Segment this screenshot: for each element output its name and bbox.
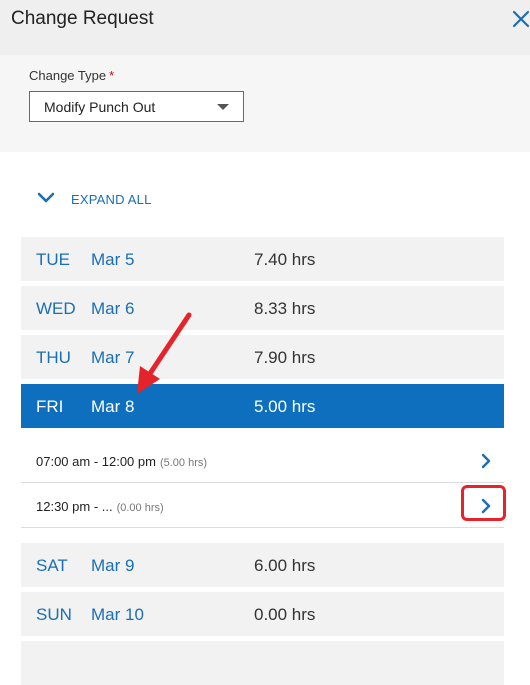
day-hours: 7.40 hrs: [254, 250, 316, 269]
chevron-right-icon[interactable]: [478, 452, 494, 470]
punch-time: 12:30 pm - ... (0.00 hrs): [36, 499, 164, 514]
day-date: Mar 9: [91, 556, 135, 575]
day-of-week: THU: [36, 348, 71, 367]
change-type-label: Change Type *: [29, 68, 114, 83]
day-row-fri[interactable]: FRI Mar 8 5.00 hrs: [21, 384, 504, 428]
punch-row-2[interactable]: 12:30 pm - ... (0.00 hrs): [21, 484, 504, 528]
day-row-partial[interactable]: [21, 641, 504, 685]
day-hours: 5.00 hrs: [254, 397, 316, 416]
chevron-down-icon: [37, 192, 55, 203]
day-of-week: TUE: [36, 250, 70, 269]
day-date: Mar 10: [91, 605, 144, 624]
day-date: Mar 7: [91, 348, 135, 367]
annotation-highlight-box: [461, 485, 506, 521]
day-row-wed[interactable]: WED Mar 6 8.33 hrs: [21, 286, 504, 330]
close-button[interactable]: [510, 8, 530, 30]
day-of-week: FRI: [36, 397, 64, 416]
day-hours: 6.00 hrs: [254, 556, 316, 575]
change-type-label-text: Change Type: [29, 68, 107, 83]
day-of-week: SAT: [36, 556, 68, 575]
day-of-week: SUN: [36, 605, 72, 624]
day-hours: 8.33 hrs: [254, 299, 316, 318]
punch-time: 07:00 am - 12:00 pm (5.00 hrs): [36, 454, 207, 469]
day-of-week: WED: [36, 299, 76, 318]
day-date: Mar 5: [91, 250, 135, 269]
change-type-select[interactable]: Modify Punch Out: [29, 91, 244, 122]
expand-all-label: EXPAND ALL: [71, 192, 152, 207]
day-row-sun[interactable]: SUN Mar 10 0.00 hrs: [21, 592, 504, 636]
change-type-value: Modify Punch Out: [44, 99, 156, 115]
dialog-header: Change Request: [0, 0, 530, 55]
day-row-thu[interactable]: THU Mar 7 7.90 hrs: [21, 335, 504, 379]
required-marker: *: [109, 68, 115, 83]
punch-duration: (0.00 hrs): [116, 502, 164, 514]
dialog-title: Change Request: [11, 8, 154, 29]
punch-time-range: 12:30 pm - ...: [36, 499, 113, 514]
day-hours: 0.00 hrs: [254, 605, 316, 624]
day-hours: 7.90 hrs: [254, 348, 316, 367]
close-icon[interactable]: [510, 8, 530, 30]
day-row-sat[interactable]: SAT Mar 9 6.00 hrs: [21, 543, 504, 587]
day-date: Mar 8: [91, 397, 135, 416]
caret-down-icon: [217, 104, 229, 110]
punch-time-range: 07:00 am - 12:00 pm: [36, 454, 156, 469]
day-date: Mar 6: [91, 299, 135, 318]
punch-duration: (5.00 hrs): [159, 457, 208, 469]
punch-row-1[interactable]: 07:00 am - 12:00 pm (5.00 hrs): [21, 439, 504, 483]
change-type-section: Change Type * Modify Punch Out: [0, 55, 530, 152]
day-row-tue[interactable]: TUE Mar 5 7.40 hrs: [21, 237, 504, 281]
